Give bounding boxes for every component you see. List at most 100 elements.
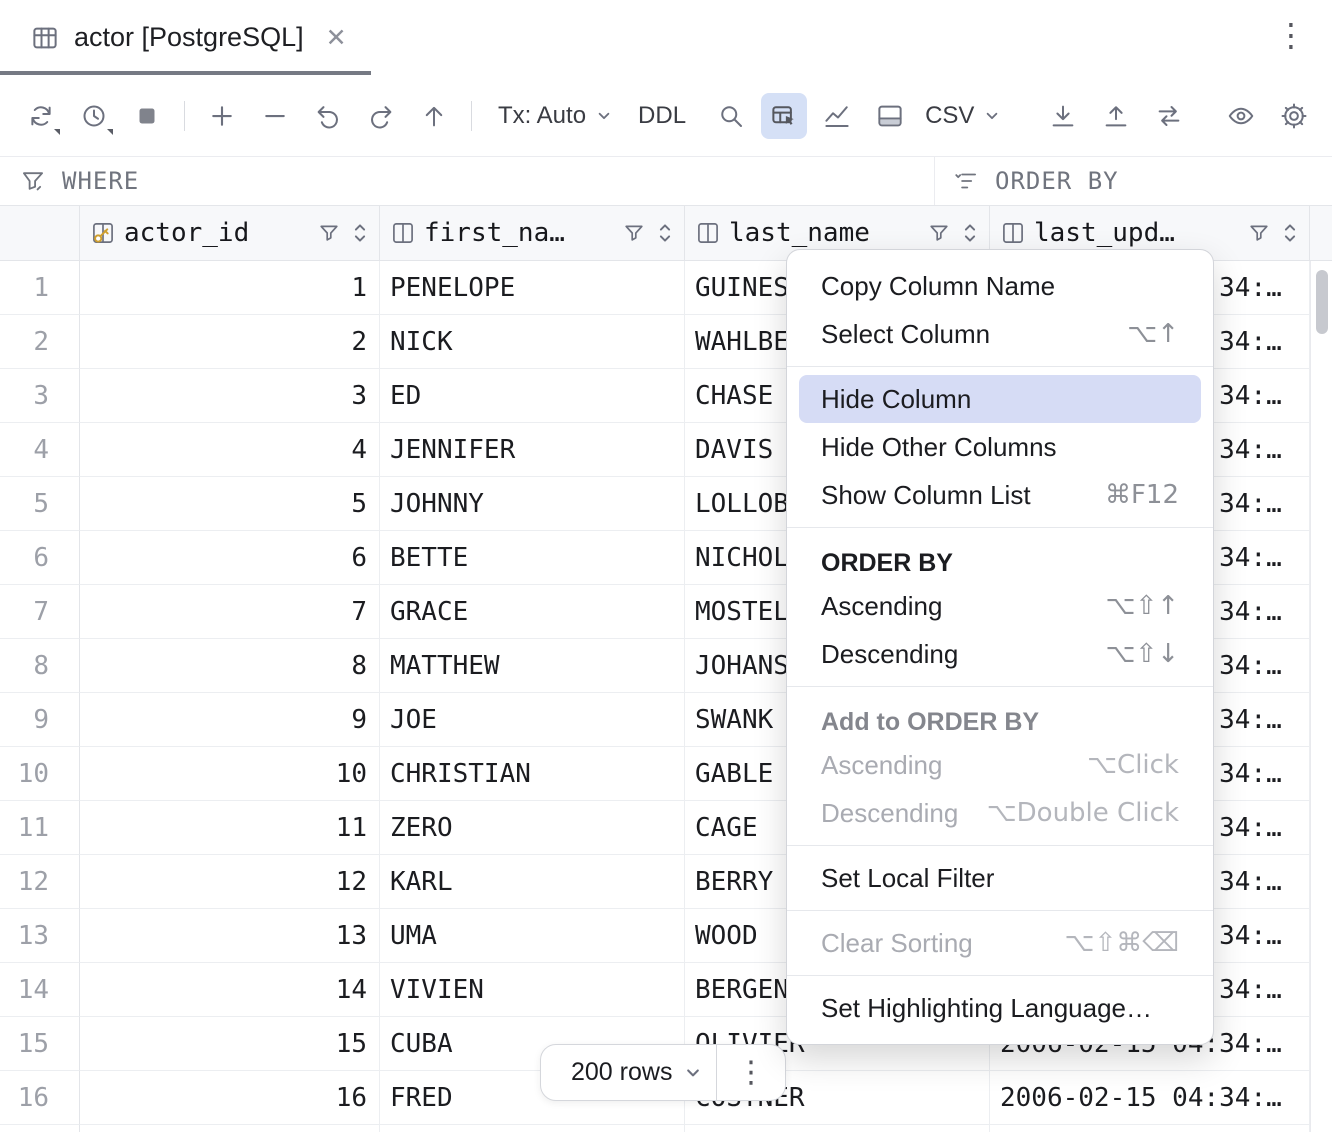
cell-actor-id[interactable]: 6 bbox=[80, 531, 380, 585]
row-number[interactable]: 8 bbox=[0, 639, 80, 693]
row-number[interactable]: 16 bbox=[0, 1071, 80, 1125]
cell-first-name[interactable]: UMA bbox=[380, 909, 685, 963]
cell-first-name[interactable]: CHRISTIAN bbox=[380, 747, 685, 801]
menu-item-set-highlighting-language[interactable]: Set Highlighting Language… bbox=[799, 984, 1201, 1032]
cell-actor-id[interactable]: 11 bbox=[80, 801, 380, 855]
column-filter-icon[interactable] bbox=[622, 221, 646, 245]
menu-item-descending[interactable]: Descending⌥⇧↓ bbox=[799, 630, 1201, 678]
history-button[interactable] bbox=[71, 93, 117, 139]
export-format-dropdown[interactable]: CSV bbox=[913, 93, 1014, 139]
add-row-button[interactable] bbox=[199, 93, 245, 139]
row-number[interactable]: 14 bbox=[0, 963, 80, 1017]
cell-first-name[interactable]: NICK bbox=[380, 315, 685, 369]
cell-first-name[interactable]: BETTE bbox=[380, 531, 685, 585]
page-size-dropdown[interactable]: 200 rows bbox=[541, 1045, 716, 1100]
cell-first-name[interactable]: KARL bbox=[380, 855, 685, 909]
cell-actor-id[interactable]: 8 bbox=[80, 639, 380, 693]
row-number[interactable]: 1 bbox=[0, 261, 80, 315]
cell-actor-id[interactable]: 5 bbox=[80, 477, 380, 531]
cell-last-update[interactable] bbox=[990, 1125, 1310, 1132]
column-sort-icon[interactable] bbox=[1279, 222, 1301, 244]
column-filter-icon[interactable] bbox=[317, 221, 341, 245]
cell-actor-id[interactable]: 7 bbox=[80, 585, 380, 639]
cell-actor-id[interactable]: 4 bbox=[80, 423, 380, 477]
refresh-button[interactable] bbox=[18, 93, 64, 139]
undo-button[interactable] bbox=[305, 93, 351, 139]
pager-more-icon[interactable]: ⋮ bbox=[717, 1045, 785, 1100]
cell-actor-id[interactable]: 3 bbox=[80, 369, 380, 423]
chart-button[interactable] bbox=[814, 93, 860, 139]
settings-button[interactable] bbox=[1271, 93, 1317, 139]
menu-item-hide-other-columns[interactable]: Hide Other Columns bbox=[799, 423, 1201, 471]
stop-button[interactable] bbox=[124, 93, 170, 139]
cell-first-name[interactable]: ED bbox=[380, 369, 685, 423]
row-number[interactable]: 15 bbox=[0, 1017, 80, 1071]
where-filter-field[interactable]: WHERE bbox=[0, 157, 935, 205]
tab-close-icon[interactable]: ✕ bbox=[326, 23, 347, 52]
cell-actor-id[interactable]: 1 bbox=[80, 261, 380, 315]
row-number[interactable]: 3 bbox=[0, 369, 80, 423]
tabbar-more-icon[interactable]: ⋮ bbox=[1268, 12, 1314, 58]
import-button[interactable] bbox=[1040, 93, 1086, 139]
menu-item-ascending[interactable]: Ascending⌥⇧↑ bbox=[799, 582, 1201, 630]
column-header-first-name[interactable]: first_na… bbox=[380, 206, 685, 260]
row-number[interactable]: 6 bbox=[0, 531, 80, 585]
cell-last-update[interactable]: 2006-02-15 04:34:… bbox=[990, 1071, 1310, 1125]
cell-first-name[interactable]: GRACE bbox=[380, 585, 685, 639]
cell-actor-id[interactable]: 13 bbox=[80, 909, 380, 963]
preview-button[interactable] bbox=[1218, 93, 1264, 139]
cell-actor-id[interactable]: 15 bbox=[80, 1017, 380, 1071]
row-number[interactable]: 11 bbox=[0, 801, 80, 855]
row-number[interactable]: 13 bbox=[0, 909, 80, 963]
row-number[interactable]: 2 bbox=[0, 315, 80, 369]
column-filter-icon[interactable] bbox=[927, 221, 951, 245]
menu-item-hide-column[interactable]: Hide Column bbox=[799, 375, 1201, 423]
ddl-button[interactable]: DDL bbox=[626, 93, 698, 139]
sync-button[interactable] bbox=[1146, 93, 1192, 139]
cell-actor-id[interactable]: 14 bbox=[80, 963, 380, 1017]
row-number[interactable]: 7 bbox=[0, 585, 80, 639]
cell-actor-id[interactable]: 12 bbox=[80, 855, 380, 909]
cell-first-name[interactable]: VIVIEN bbox=[380, 963, 685, 1017]
cell-actor-id[interactable]: 16 bbox=[80, 1071, 380, 1125]
cell-first-name[interactable]: ZERO bbox=[380, 801, 685, 855]
column-sort-icon[interactable] bbox=[349, 222, 371, 244]
cell-last-name[interactable] bbox=[685, 1125, 990, 1132]
row-number[interactable]: 4 bbox=[0, 423, 80, 477]
scrollbar-thumb[interactable] bbox=[1316, 270, 1328, 334]
view-mode-button[interactable] bbox=[761, 93, 807, 139]
column-filter-icon[interactable] bbox=[1247, 221, 1271, 245]
order-by-field[interactable]: ORDER BY bbox=[935, 157, 1332, 205]
cell-first-name[interactable]: MATTHEW bbox=[380, 639, 685, 693]
search-button[interactable] bbox=[708, 93, 754, 139]
cell-first-name[interactable] bbox=[380, 1125, 685, 1132]
cell-first-name[interactable]: JOE bbox=[380, 693, 685, 747]
column-header-actor-id[interactable]: actor_id bbox=[80, 206, 380, 260]
row-number[interactable]: 12 bbox=[0, 855, 80, 909]
cell-first-name[interactable]: JENNIFER bbox=[380, 423, 685, 477]
transpose-button[interactable] bbox=[867, 93, 913, 139]
cell-actor-id[interactable]: 2 bbox=[80, 315, 380, 369]
submit-button[interactable] bbox=[411, 93, 457, 139]
tx-mode-dropdown[interactable]: Tx: Auto bbox=[486, 93, 626, 139]
delete-row-button[interactable] bbox=[252, 93, 298, 139]
row-number[interactable]: 9 bbox=[0, 693, 80, 747]
tab-actor-postgresql[interactable]: actor [PostgreSQL] ✕ bbox=[0, 0, 371, 75]
cell-actor-id[interactable] bbox=[80, 1125, 380, 1132]
menu-item-show-column-list[interactable]: Show Column List⌘F12 bbox=[799, 471, 1201, 519]
rollback-button[interactable] bbox=[358, 93, 404, 139]
menu-item-copy-column-name[interactable]: Copy Column Name bbox=[799, 262, 1201, 310]
menu-item-set-local-filter[interactable]: Set Local Filter bbox=[799, 854, 1201, 902]
cell-actor-id[interactable]: 9 bbox=[80, 693, 380, 747]
vertical-scrollbar[interactable] bbox=[1310, 261, 1332, 1132]
column-sort-icon[interactable] bbox=[959, 222, 981, 244]
row-number[interactable]: 10 bbox=[0, 747, 80, 801]
export-button[interactable] bbox=[1093, 93, 1139, 139]
column-sort-icon[interactable] bbox=[654, 222, 676, 244]
cell-first-name[interactable]: JOHNNY bbox=[380, 477, 685, 531]
cell-first-name[interactable]: PENELOPE bbox=[380, 261, 685, 315]
menu-item-select-column[interactable]: Select Column⌥↑ bbox=[799, 310, 1201, 358]
row-number-header[interactable] bbox=[0, 206, 80, 260]
row-number[interactable]: 5 bbox=[0, 477, 80, 531]
row-number[interactable] bbox=[0, 1125, 80, 1132]
